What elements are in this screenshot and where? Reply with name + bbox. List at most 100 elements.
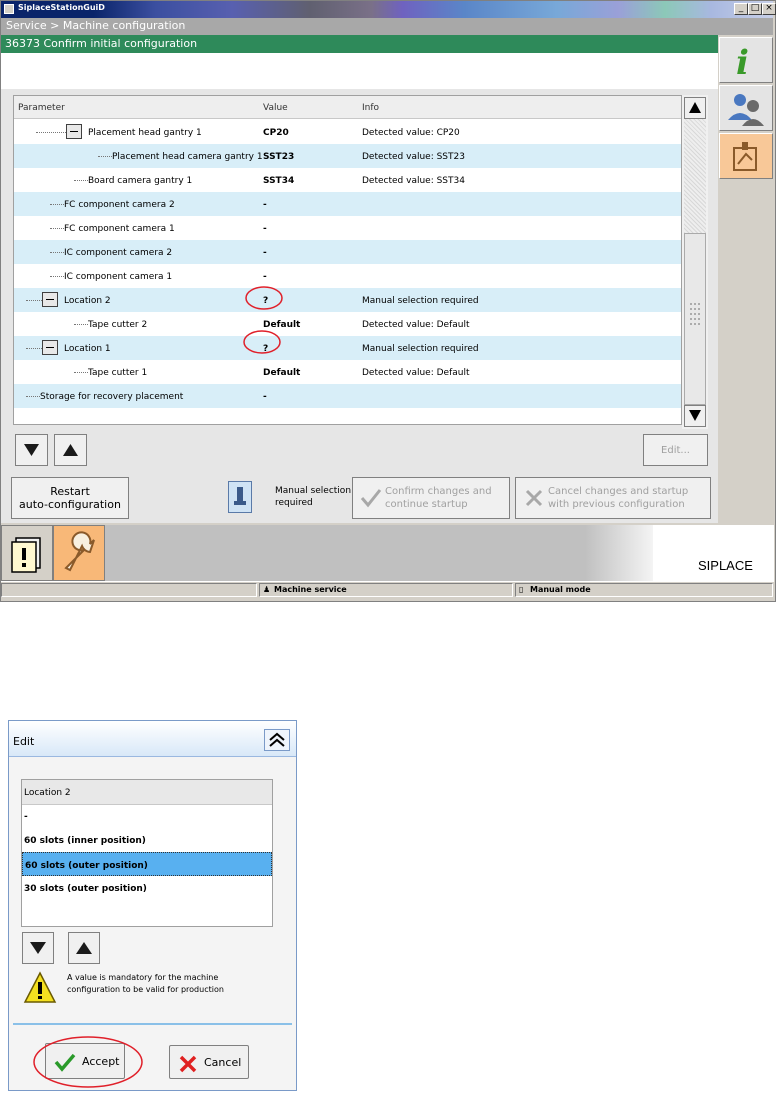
- list-item[interactable]: 60 slots (inner position): [22, 828, 272, 852]
- table-row[interactable]: Location 1 ? Manual selection required: [14, 336, 681, 360]
- dialog-header: 36373 Confirm initial configuration: [1, 35, 718, 53]
- edit-button-label: Edit...: [661, 445, 690, 456]
- cancel-changes-button[interactable]: Cancel changes and startup with previous…: [515, 477, 711, 519]
- table-scrollbar[interactable]: [682, 95, 708, 429]
- scroll-down-button[interactable]: [684, 405, 706, 427]
- confirm-label-line2: continue startup: [385, 499, 468, 510]
- table-row[interactable]: IC component camera 2 -: [14, 240, 681, 264]
- row-info: Detected value: Default: [362, 368, 470, 378]
- row-info: Manual selection required: [362, 296, 479, 306]
- header-value: Value: [263, 103, 288, 113]
- edit-dialog-title: Edit: [13, 735, 35, 748]
- service-button[interactable]: [53, 525, 105, 581]
- scroll-track[interactable]: [684, 119, 706, 233]
- row-parameter: Tape cutter 1: [88, 368, 148, 378]
- list-item-selected[interactable]: 60 slots (outer position): [22, 852, 272, 876]
- checkmark-icon: [360, 489, 382, 508]
- row-info: Detected value: Default: [362, 320, 470, 330]
- warning-line1: A value is mandatory for the machine: [67, 973, 219, 982]
- scroll-thumb[interactable]: [684, 233, 706, 405]
- messages-button[interactable]: [1, 525, 53, 581]
- info-button[interactable]: i: [719, 37, 773, 83]
- collapse-toggle[interactable]: [42, 292, 58, 307]
- row-info: Detected value: SST34: [362, 176, 465, 186]
- scroll-up-button[interactable]: [684, 97, 706, 119]
- cancel-label: Cancel: [204, 1056, 242, 1069]
- users-button[interactable]: [719, 85, 773, 131]
- table-row[interactable]: Location 2 ? Manual selection required: [14, 288, 681, 312]
- parameter-table: Parameter Value Info Placement head gant…: [13, 95, 682, 425]
- table-row[interactable]: Tape cutter 1 Default Detected value: De…: [14, 360, 681, 384]
- edit-dialog: Edit Location 2 - 60 slots (inner positi…: [8, 720, 297, 1091]
- row-parameter: Location 1: [64, 344, 111, 354]
- row-parameter: Placement head gantry 1: [88, 128, 202, 138]
- table-row[interactable]: FC component camera 1 -: [14, 216, 681, 240]
- row-parameter: IC component camera 2: [64, 248, 173, 258]
- row-down-button[interactable]: [15, 434, 48, 466]
- annotation-circle: [245, 286, 283, 310]
- x-icon: [525, 489, 543, 507]
- grip-icon: [690, 303, 700, 325]
- list-item[interactable]: 30 slots (outer position): [22, 876, 272, 900]
- brand-label: SIPLACE: [698, 558, 753, 573]
- row-parameter: Tape cutter 2: [88, 320, 148, 330]
- legend-line1: Manual selection: [275, 486, 352, 496]
- message-area: [1, 53, 718, 89]
- machine-config-icon: [733, 142, 757, 171]
- bottom-toolbar: SIPLACE: [1, 525, 774, 581]
- option-down-button[interactable]: [22, 932, 54, 964]
- list-header: Location 2: [22, 780, 272, 805]
- double-chevron-up-icon: [269, 732, 285, 747]
- cancel-button[interactable]: Cancel: [169, 1045, 249, 1079]
- app-icon: [4, 4, 14, 14]
- status-service: ♟ Machine service: [259, 583, 513, 597]
- row-parameter: FC component camera 1: [64, 224, 175, 234]
- collapse-toggle[interactable]: [42, 340, 58, 355]
- cancel-label-line1: Cancel changes and startup: [548, 486, 689, 497]
- table-row[interactable]: FC component camera 2 -: [14, 192, 681, 216]
- row-value: -: [263, 224, 267, 234]
- row-value: CP20: [263, 128, 289, 138]
- machine-config-button[interactable]: [719, 133, 773, 179]
- messages-icon: [11, 537, 41, 573]
- info-icon: i: [736, 43, 749, 82]
- status-bar: ♟ Machine service ▯ Manual mode: [1, 581, 774, 600]
- edit-dialog-header: Edit: [9, 721, 296, 757]
- list-item[interactable]: -: [22, 804, 272, 828]
- title-bar: SiplaceStationGuiD _ □ ×: [1, 1, 776, 18]
- dialog-title: 36373 Confirm initial configuration: [5, 37, 198, 50]
- confirm-changes-button[interactable]: Confirm changes and continue startup: [352, 477, 510, 519]
- close-button[interactable]: ×: [762, 3, 776, 15]
- manual-selection-icon: [228, 481, 252, 513]
- edit-button[interactable]: Edit...: [643, 434, 708, 466]
- table-row[interactable]: Board camera gantry 1 SST34 Detected val…: [14, 168, 681, 192]
- table-row[interactable]: IC component camera 1 -: [14, 264, 681, 288]
- row-value: -: [263, 248, 267, 258]
- maximize-button[interactable]: □: [748, 3, 762, 15]
- annotation-circle: [243, 330, 281, 354]
- status-empty: [1, 583, 257, 597]
- restart-autoconfig-button[interactable]: Restart auto-configuration: [11, 477, 129, 519]
- minimize-button[interactable]: _: [734, 3, 748, 15]
- header-info: Info: [362, 103, 380, 113]
- table-header: Parameter Value Info: [14, 96, 681, 119]
- row-up-button[interactable]: [54, 434, 87, 466]
- collapse-toggle[interactable]: [66, 124, 82, 139]
- table-row[interactable]: Storage for recovery placement -: [14, 384, 681, 408]
- annotation-circle: [33, 1036, 143, 1088]
- table-row[interactable]: Placement head gantry 1 CP20 Detected va…: [14, 120, 681, 144]
- list-item-label: 60 slots (inner position): [24, 836, 146, 846]
- triangle-up-icon: [76, 942, 92, 954]
- option-up-button[interactable]: [68, 932, 100, 964]
- users-icon: [728, 94, 764, 126]
- cancel-label-line2: with previous configuration: [548, 499, 685, 510]
- triangle-up-icon: [689, 102, 701, 113]
- table-row[interactable]: Placement head camera gantry 1 SST23 Det…: [14, 144, 681, 168]
- table-row[interactable]: Tape cutter 2 Default Detected value: De…: [14, 312, 681, 336]
- mode-icon: ▯: [519, 585, 524, 594]
- collapse-button[interactable]: [264, 729, 290, 751]
- row-info: Detected value: SST23: [362, 152, 465, 162]
- restart-label-line2: auto-configuration: [19, 498, 121, 511]
- person-icon: ♟: [263, 585, 271, 594]
- svg-text:i: i: [736, 43, 749, 82]
